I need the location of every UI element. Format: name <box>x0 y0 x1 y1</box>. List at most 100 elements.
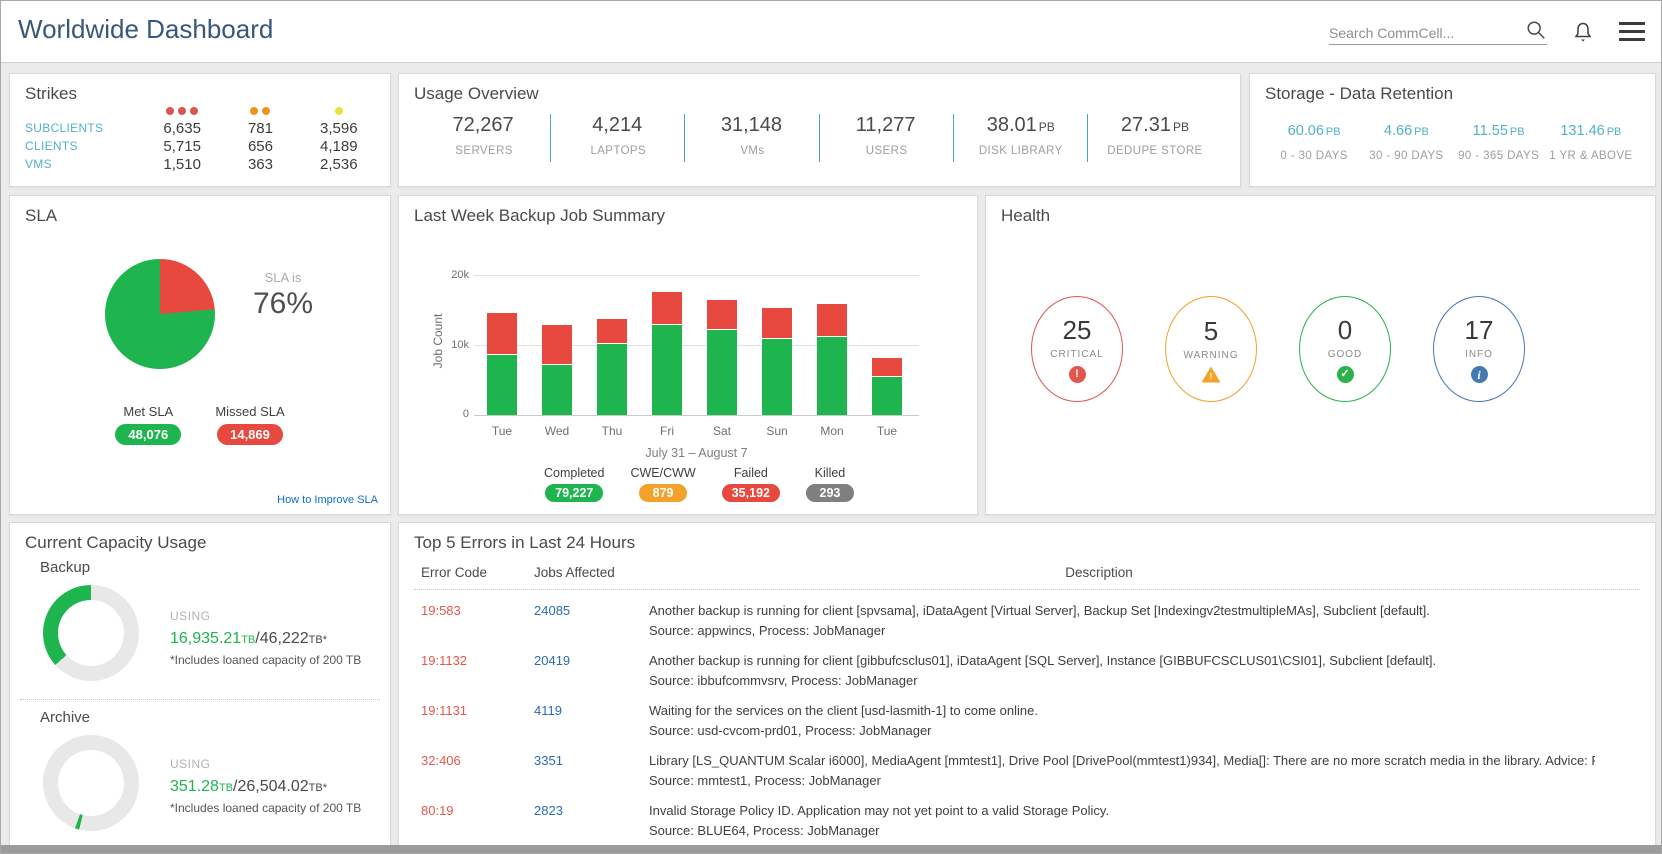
bar-group-0[interactable] <box>487 275 517 415</box>
x-tick-label: Fri <box>652 424 682 438</box>
x-tick-label: Mon <box>817 424 847 438</box>
bar-group-1[interactable] <box>542 275 572 415</box>
job-chart-xlabels: TueWedThuFriSatSunMonTue <box>487 424 917 438</box>
bar-group-4[interactable] <box>707 275 737 415</box>
backup-job-summary-panel: Last Week Backup Job Summary 20k 10k 0 J… <box>398 195 978 515</box>
health-critical-circle[interactable]: 25 CRITICAL ! <box>1031 296 1123 402</box>
stat-disk-library: 38.01PB DISK LIBRARY <box>954 110 1088 157</box>
strikes-value: 3,596 <box>300 120 378 137</box>
sla-met-label: Met SLA <box>115 404 181 419</box>
bar-group-7[interactable] <box>872 275 902 415</box>
error-row: 19:583 24085 Another backup is running f… <box>399 601 1655 647</box>
bar-group-5[interactable] <box>762 275 792 415</box>
strike-dot <box>250 107 258 115</box>
health-info-circle[interactable]: 17 INFO i <box>1433 296 1525 402</box>
x-tick-label: Tue <box>487 424 517 438</box>
usage-overview-title: Usage Overview <box>414 84 539 104</box>
health-circles: 25 CRITICAL ! 5 WARNING ! 0 GOOD ✓ 17 IN… <box>1031 296 1525 402</box>
legend-cwe-cww[interactable]: CWE/CWW 879 <box>630 466 695 502</box>
capacity-panel: Current Capacity Usage Backup USING 16,9… <box>9 522 391 847</box>
strikes-row-clients[interactable]: CLIENTS <box>25 138 143 155</box>
horizontal-scrollbar[interactable] <box>1 845 1661 853</box>
jobs-affected-link[interactable]: 20419 <box>534 651 570 671</box>
stat-servers: 72,267 SERVERS <box>417 110 551 157</box>
backup-section-label: Backup <box>40 559 90 576</box>
storage-retention-title: Storage - Data Retention <box>1265 84 1453 104</box>
usage-stats: 72,267 SERVERS 4,214 LAPTOPS 31,148 VMs … <box>417 110 1222 157</box>
stat-dedupe-store: 27.31PB DEDUPE STORE <box>1088 110 1222 157</box>
search-input[interactable] <box>1329 25 1519 41</box>
health-panel: Health 25 CRITICAL ! 5 WARNING ! 0 GOOD … <box>985 195 1656 515</box>
strikes-row-vms[interactable]: VMS <box>25 156 143 173</box>
top-errors-panel: Top 5 Errors in Last 24 Hours Error Code… <box>398 522 1656 847</box>
bar-group-2[interactable] <box>597 275 627 415</box>
sla-percent: 76% <box>238 287 328 321</box>
col-error-code: Error Code <box>421 565 487 580</box>
x-tick-label: Wed <box>542 424 572 438</box>
error-code: 32:406 <box>421 751 461 771</box>
job-chart-legend: Completed 79,227 CWE/CWW 879 Failed 35,1… <box>439 466 959 502</box>
error-code: 19:1132 <box>421 651 467 671</box>
jobs-affected-link[interactable]: 2823 <box>534 801 563 821</box>
info-icon: i <box>1471 366 1488 383</box>
usage-overview-panel: Usage Overview 72,267 SERVERS 4,214 LAPT… <box>398 73 1241 187</box>
health-title: Health <box>1001 206 1050 226</box>
strike-dot <box>335 107 343 115</box>
strike-dot <box>178 107 186 115</box>
errors-header-divider <box>414 589 1640 590</box>
jobs-affected-link[interactable]: 4119 <box>534 701 562 721</box>
y-tick-0: 0 <box>433 408 469 420</box>
archive-total-value: 26,504.02 <box>237 778 308 795</box>
strikes-row-subclients[interactable]: SUBCLIENTS <box>25 120 143 137</box>
backup-used-value: 16,935.21 <box>170 630 241 647</box>
sla-pie-chart[interactable] <box>105 259 215 369</box>
error-row: 80:19 2823 Invalid Storage Policy ID. Ap… <box>399 801 1655 847</box>
search-box <box>1329 19 1547 45</box>
jobs-affected-link[interactable]: 3351 <box>534 751 563 771</box>
hamburger-menu-icon[interactable] <box>1619 22 1645 41</box>
search-icon[interactable] <box>1525 19 1547 41</box>
jobs-affected-link[interactable]: 24085 <box>534 601 570 621</box>
sla-met-item: Met SLA 48,076 <box>115 404 181 445</box>
legend-failed[interactable]: Failed 35,192 <box>722 466 780 502</box>
health-good-circle[interactable]: 0 GOOD ✓ <box>1299 296 1391 402</box>
y-tick-20k: 20k <box>433 269 469 281</box>
stat-1yr-above: 131.46PB 1 YR & ABOVE <box>1545 110 1637 162</box>
good-check-icon: ✓ <box>1337 366 1354 383</box>
sla-legend: Met SLA 48,076 Missed SLA 14,869 <box>10 404 390 445</box>
strikes-value: 656 <box>221 138 299 155</box>
capacity-title: Current Capacity Usage <box>25 533 206 553</box>
strikes-value: 2,536 <box>300 156 378 173</box>
stat-users: 11,277 USERS <box>820 110 954 157</box>
how-to-improve-sla-link[interactable]: How to Improve SLA <box>277 494 378 506</box>
notifications-bell-icon[interactable] <box>1571 20 1595 44</box>
x-axis-label: July 31 – August 7 <box>474 446 919 460</box>
backup-capacity-text: USING 16,935.21TB/46,222TB* *Includes lo… <box>170 609 380 667</box>
col-description: Description <box>649 565 1549 580</box>
x-tick-label: Thu <box>597 424 627 438</box>
strikes-value: 781 <box>221 120 299 137</box>
y-axis-label: Job Count <box>431 306 445 376</box>
x-tick-label: Sun <box>762 424 792 438</box>
warning-triangle-icon: ! <box>1202 367 1221 383</box>
error-row: 32:406 3351 Library [LS_QUANTUM Scalar i… <box>399 751 1655 797</box>
strikes-value: 363 <box>221 156 299 173</box>
capacity-divider <box>20 699 380 700</box>
legend-completed[interactable]: Completed 79,227 <box>544 466 604 502</box>
legend-killed[interactable]: Killed 293 <box>806 466 854 502</box>
legend-completed-pill: 79,227 <box>545 484 603 502</box>
strikes-dots-2 <box>300 102 378 119</box>
page-title: Worldwide Dashboard <box>18 14 273 45</box>
sla-panel: SLA SLA is 76% Met SLA 48,076 Missed SLA… <box>9 195 391 515</box>
bar-group-6[interactable] <box>817 275 847 415</box>
app-header: Worldwide Dashboard <box>1 1 1661 63</box>
legend-killed-pill: 293 <box>806 484 854 502</box>
strikes-value: 4,189 <box>300 138 378 155</box>
strike-dot <box>262 107 270 115</box>
legend-failed-pill: 35,192 <box>722 484 780 502</box>
stat-laptops: 4,214 LAPTOPS <box>551 110 685 157</box>
health-warning-circle[interactable]: 5 WARNING ! <box>1165 296 1257 402</box>
bar-group-3[interactable] <box>652 275 682 415</box>
strikes-value: 6,635 <box>143 120 221 137</box>
strikes-dots-1 <box>221 102 299 119</box>
